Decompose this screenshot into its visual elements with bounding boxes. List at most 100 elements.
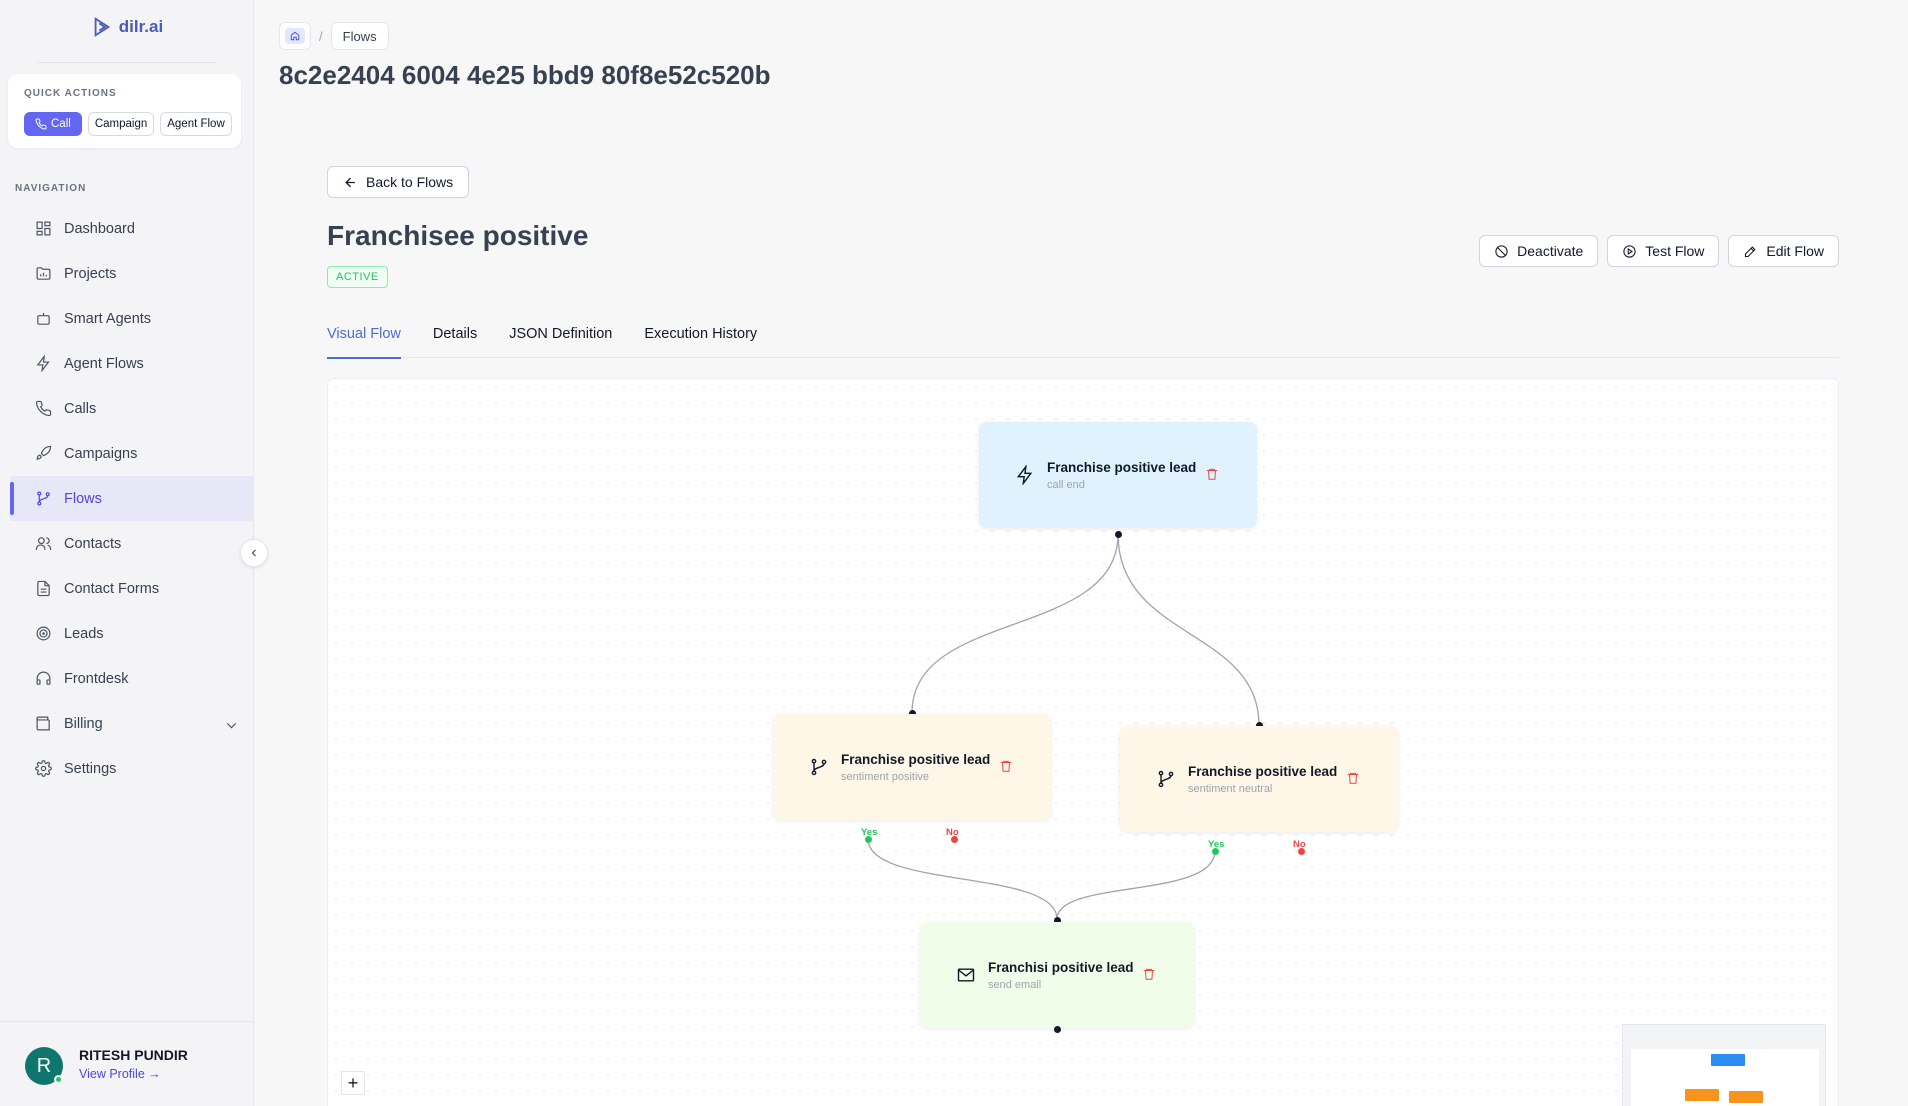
edit-flow-button[interactable]: Edit Flow — [1728, 235, 1839, 267]
sidebar-item-label: Calls — [64, 400, 97, 417]
gear-icon — [35, 760, 52, 777]
sidebar-item-settings[interactable]: Settings — [10, 746, 254, 791]
chevron-down-icon[interactable] — [223, 717, 240, 734]
test-flow-button[interactable]: Test Flow — [1607, 235, 1720, 267]
sidebar-item-label: Projects — [64, 265, 117, 282]
positive-yes-port[interactable] — [865, 836, 872, 843]
sidebar-item-smart-agents[interactable]: Smart Agents — [10, 296, 254, 341]
logo-divider — [38, 62, 216, 63]
flow-tabs: Visual Flow Details JSON Definition Exec… — [327, 322, 1839, 359]
node-subtitle: send email — [988, 978, 1042, 991]
back-to-flows-button[interactable]: Back to Flows — [327, 166, 470, 198]
quick-actions-title: QUICK ACTIONS — [24, 88, 117, 99]
minimap-node-trigger — [1711, 1054, 1745, 1066]
phone-icon — [35, 400, 52, 417]
sidebar-item-flows[interactable]: Flows — [10, 476, 254, 521]
online-status-dot — [54, 1075, 63, 1084]
branch-icon — [37, 491, 50, 506]
sidebar-item-label: Leads — [64, 625, 104, 642]
sidebar-item-frontdesk[interactable]: Frontdesk — [10, 656, 254, 701]
flow-canvas[interactable]: Franchise positive lead call end Franchi… — [327, 378, 1839, 1106]
edge-neutral-yes-to-email — [1056, 850, 1216, 920]
minimap-node-neutral — [1729, 1091, 1763, 1103]
sidebar: dilr.ai QUICK ACTIONS Call Campaign Agen… — [0, 0, 254, 1106]
sidebar-item-label: Agent Flows — [64, 355, 144, 372]
phone-icon — [35, 118, 47, 130]
breadcrumb-flows[interactable]: Flows — [330, 22, 389, 50]
minimap[interactable] — [1622, 1024, 1826, 1106]
trigger-node[interactable]: Franchise positive lead call end — [979, 422, 1257, 528]
brand-logo[interactable]: dilr.ai — [0, 16, 254, 38]
sidebar-item-label: Dashboard — [64, 220, 135, 237]
profile-name: RITESH PUNDIR — [79, 1047, 188, 1063]
chevron-left-icon — [251, 549, 256, 557]
minimap-viewport — [1631, 1049, 1819, 1106]
profile-divider — [0, 1021, 254, 1022]
home-icon — [290, 31, 300, 41]
trigger-output-port[interactable] — [1115, 531, 1122, 538]
form-icon — [37, 580, 50, 597]
trash-icon[interactable] — [1205, 467, 1219, 481]
tab-visual-flow[interactable]: Visual Flow — [327, 322, 401, 359]
headset-icon — [36, 671, 51, 685]
sidebar-item-label: Frontdesk — [64, 670, 129, 687]
rocket-icon — [36, 445, 52, 460]
sidebar-item-contacts[interactable]: Contacts — [10, 521, 254, 566]
branch-icon — [811, 758, 827, 776]
breadcrumb-separator: / — [319, 28, 323, 44]
sidebar-item-agent-flows[interactable]: Agent Flows — [10, 341, 254, 386]
tab-json-definition[interactable]: JSON Definition — [509, 322, 612, 358]
neutral-no-port[interactable] — [1298, 848, 1305, 855]
edge-positive-yes-to-email — [867, 838, 1058, 920]
sidebar-item-campaigns[interactable]: Campaigns — [10, 431, 254, 476]
target-icon — [36, 626, 51, 641]
neutral-yes-port[interactable] — [1212, 848, 1219, 855]
navigation-title: NAVIGATION — [15, 183, 87, 194]
trash-icon[interactable] — [999, 759, 1013, 773]
sidebar-item-label: Contacts — [64, 535, 122, 552]
folder-icon — [36, 267, 51, 280]
condition-node-positive[interactable]: Franchise positive lead sentiment positi… — [773, 714, 1051, 820]
trash-icon[interactable] — [1346, 771, 1360, 785]
positive-no-port[interactable] — [951, 836, 958, 843]
trash-icon[interactable] — [1142, 967, 1156, 981]
bolt-icon — [36, 355, 50, 372]
tab-details[interactable]: Details — [433, 322, 477, 358]
flow-actions: Deactivate Test Flow Edit Flow — [1479, 235, 1839, 267]
breadcrumb-home[interactable] — [279, 22, 311, 50]
zoom-in-button[interactable]: + — [341, 1071, 365, 1095]
sidebar-item-billing[interactable]: Billing — [10, 701, 254, 746]
quick-agent-flow-button[interactable]: Agent Flow — [160, 112, 232, 136]
sidebar-item-label: Settings — [64, 760, 117, 777]
pencil-icon — [1745, 245, 1757, 257]
node-title: Franchise positive lead — [841, 751, 991, 767]
node-subtitle: call end — [1047, 478, 1085, 491]
sidebar-item-contact-forms[interactable]: Contact Forms — [10, 566, 254, 611]
sidebar-item-dashboard[interactable]: Dashboard — [10, 206, 254, 251]
minimap-node-positive — [1685, 1089, 1719, 1101]
condition-node-neutral[interactable]: Franchise positive lead sentiment neutra… — [1120, 726, 1398, 832]
node-title: Franchisi positive lead — [988, 959, 1134, 975]
sidebar-item-calls[interactable]: Calls — [10, 386, 254, 431]
node-subtitle: sentiment neutral — [1188, 782, 1273, 795]
sidebar-collapse-button[interactable] — [240, 539, 268, 567]
sidebar-item-leads[interactable]: Leads — [10, 611, 254, 656]
quick-campaign-button[interactable]: Campaign — [87, 112, 155, 136]
status-badge: ACTIVE — [327, 266, 388, 288]
quick-call-button[interactable]: Call — [24, 112, 82, 136]
edge-trigger-to-positive — [911, 533, 1119, 714]
arrow-left-icon — [345, 177, 355, 187]
sidebar-item-projects[interactable]: Projects — [10, 251, 254, 296]
tab-execution-history[interactable]: Execution History — [644, 322, 757, 358]
deactivate-button[interactable]: Deactivate — [1479, 235, 1599, 267]
action-node-send-email[interactable]: Franchisi positive lead send email — [920, 922, 1194, 1028]
node-title: Franchise positive lead — [1047, 459, 1197, 475]
brand-name: dilr.ai — [118, 17, 164, 36]
sidebar-item-label: Billing — [64, 715, 103, 732]
users-icon — [35, 537, 52, 550]
sidebar-item-label: Smart Agents — [64, 310, 152, 327]
logo-icon — [94, 17, 110, 37]
email-output-port[interactable] — [1054, 1026, 1061, 1033]
view-profile-link[interactable]: View Profile → — [79, 1067, 161, 1081]
flow-title: Franchisee positive — [327, 220, 589, 251]
